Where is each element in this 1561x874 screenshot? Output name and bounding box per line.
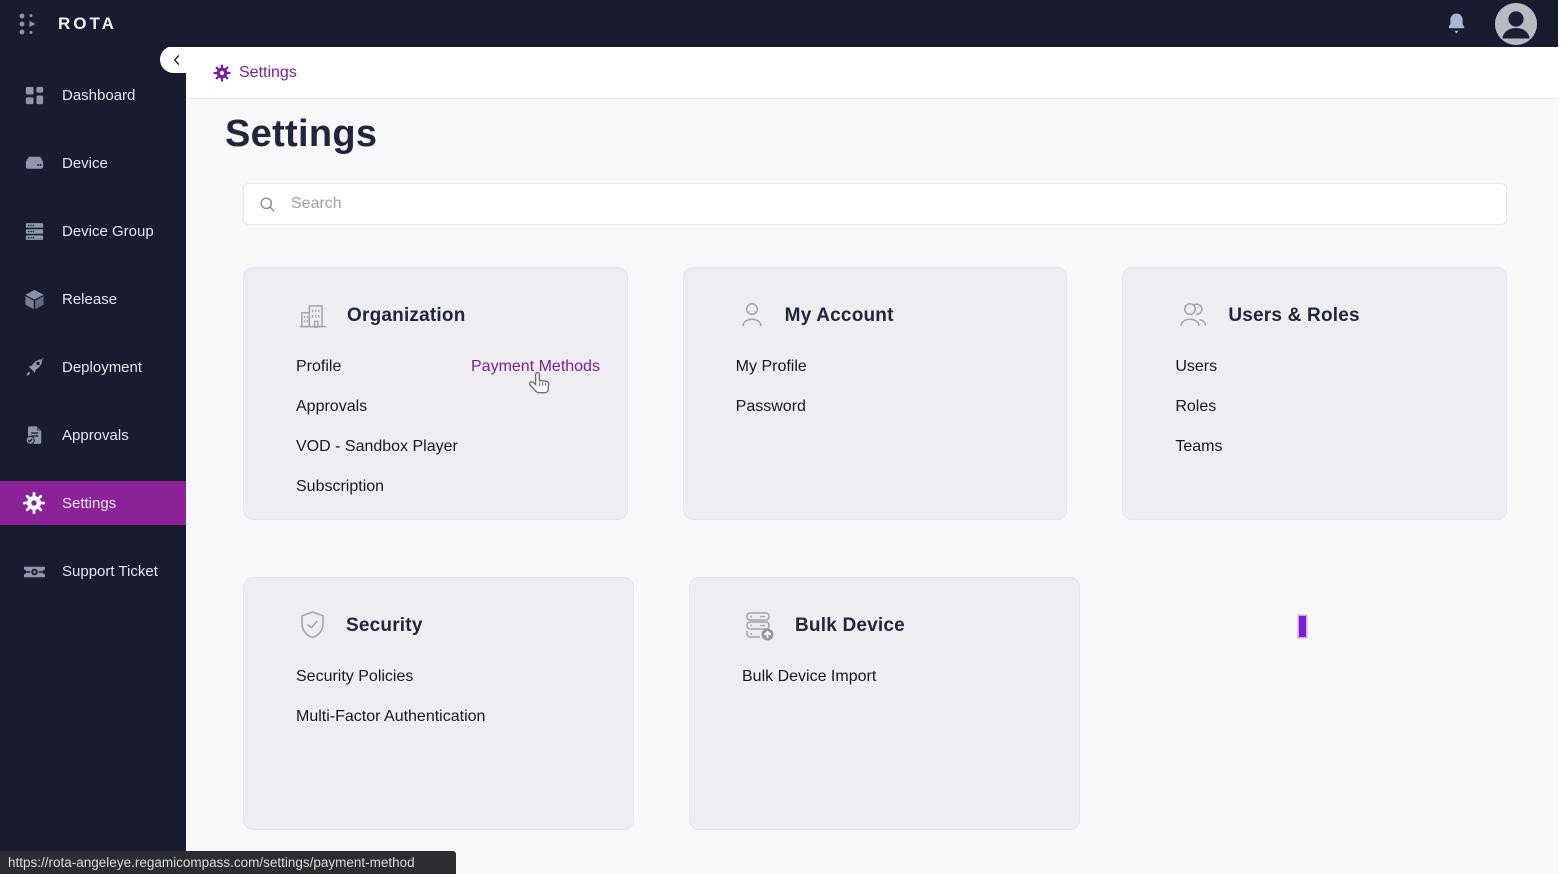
search-icon [258,195,277,214]
link-vod-sandbox-player[interactable]: VOD - Sandbox Player [296,438,458,456]
card-title: Bulk Device [795,615,905,636]
sidebar-item-device[interactable]: Device [0,141,186,185]
top-bar: ROTA [0,0,1561,47]
device-group-icon [21,219,47,243]
card-title: My Account [784,305,894,326]
sidebar-item-release[interactable]: Release [0,277,186,321]
card-my-account: My Account My Profile Password [682,267,1068,520]
sidebar-item-label: Settings [62,494,117,512]
link-roles[interactable]: Roles [1175,398,1216,416]
sidebar-item-settings[interactable]: Settings [0,481,186,525]
card-bulk-device: Bulk Device Bulk Device Import [689,577,1080,830]
link-preview-statusbar: https://rota-angeleye.regamicompass.com/… [0,851,456,874]
settings-gear-icon [213,63,231,82]
sidebar-item-label: Deployment [62,358,143,376]
people-icon [1175,299,1211,333]
chevron-left-icon [170,53,184,67]
notifications-bell-icon[interactable] [1445,11,1468,36]
sidebar-item-label: Device [62,154,108,172]
main-content: Settings Search Organization Profile Pay… [186,99,1561,874]
link-preview-url: https://rota-angeleye.regamicompass.com/… [8,855,415,870]
sidebar: Dashboard Device Device Group Release De… [0,47,186,874]
brand-name: ROTA [58,13,117,33]
link-users[interactable]: Users [1175,358,1217,376]
breadcrumb-bar: Settings [186,47,1561,99]
settings-gear-icon [21,491,47,515]
page-title: Settings [225,113,378,155]
card-title: Security [346,615,423,636]
release-cube-icon [21,287,47,311]
sidebar-item-label: Support Ticket [62,562,158,580]
app-logo-icon [17,11,41,37]
link-teams[interactable]: Teams [1175,438,1222,456]
search-bar[interactable] [243,183,1507,225]
sidebar-item-label: Approvals [62,426,129,444]
bulk-device-server-import-icon [742,609,778,643]
link-profile[interactable]: Profile [296,358,341,376]
link-subscription[interactable]: Subscription [296,478,384,496]
card-title: Users & Roles [1228,305,1360,326]
person-icon [736,299,768,333]
card-security: Security Security Policies Multi-Factor … [243,577,634,830]
link-bulk-device-import[interactable]: Bulk Device Import [742,668,876,686]
search-input[interactable] [291,195,1492,213]
sidebar-item-label: Release [62,290,118,308]
deployment-rocket-icon [21,355,47,379]
breadcrumb[interactable]: Settings [213,64,297,82]
approvals-icon [21,423,47,447]
app-window: ROTA Dashboard Device Device Group Relea… [0,0,1561,874]
organization-building-icon [296,299,330,333]
link-payment-methods[interactable]: Payment Methods [471,358,600,376]
link-multi-factor-authentication[interactable]: Multi-Factor Authentication [296,708,485,726]
sidebar-item-deployment[interactable]: Deployment [0,345,186,389]
user-avatar[interactable] [1495,3,1537,45]
link-security-policies[interactable]: Security Policies [296,668,413,686]
sidebar-collapse-button[interactable] [160,46,194,73]
sidebar-item-dashboard[interactable]: Dashboard [0,73,186,117]
card-users-roles: Users & Roles Users Roles Teams [1122,267,1508,520]
card-organization: Organization Profile Payment Methods App… [243,267,628,520]
shield-check-icon [296,609,329,643]
support-ticket-icon [21,559,47,583]
text-caret [1299,616,1306,637]
sidebar-item-label: Device Group [62,222,154,240]
device-icon [21,151,47,175]
link-password[interactable]: Password [736,398,806,416]
sidebar-item-support-ticket[interactable]: Support Ticket [0,549,186,593]
dashboard-icon [21,83,47,107]
link-my-profile[interactable]: My Profile [736,358,807,376]
card-title: Organization [347,305,466,326]
link-approvals[interactable]: Approvals [296,398,367,416]
sidebar-item-device-group[interactable]: Device Group [0,209,186,253]
breadcrumb-label: Settings [239,63,297,81]
sidebar-item-label: Dashboard [62,86,136,104]
sidebar-item-approvals[interactable]: Approvals [0,413,186,457]
